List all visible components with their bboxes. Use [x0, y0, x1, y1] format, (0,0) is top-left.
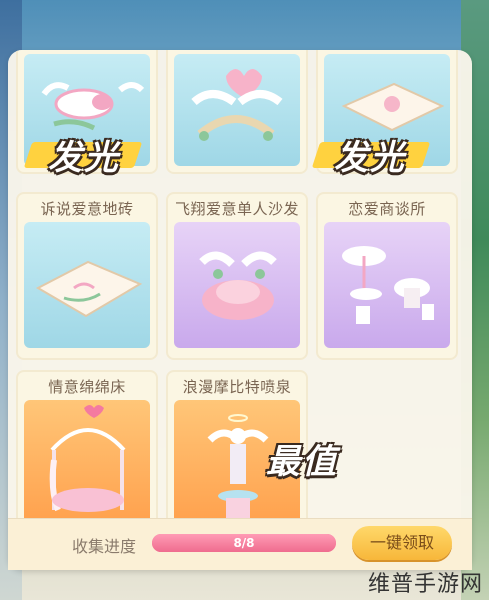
item-title-7: 情意绵绵床 — [48, 378, 126, 396]
item-card-2[interactable] — [166, 50, 308, 174]
item-title-4: 诉说爱意地砖 — [40, 200, 134, 218]
glow-badge-3: 发光 — [334, 138, 406, 178]
item-image-6 — [324, 222, 450, 348]
love-floor-tile-icon — [35, 260, 143, 318]
item-image-4 — [24, 222, 150, 348]
item-card-6[interactable]: 恋爱商谈所 — [316, 192, 458, 360]
best-value-badge: 最值 — [266, 442, 338, 482]
item-card-4[interactable]: 诉说爱意地砖 — [16, 192, 158, 360]
winged-sofa-icon — [199, 251, 277, 320]
item-title-8: 浪漫摩比特喷泉 — [182, 378, 292, 396]
progress-text: 8/8 — [233, 536, 255, 550]
collection-panel: 发光 发光 诉说爱意地砖 飞翔爱意单人沙发 恋爱商谈所 情意绵绵床 浪漫摩比特喷… — [8, 50, 472, 570]
claim-all-button[interactable]: 一键领取 — [352, 526, 452, 560]
item-image-2 — [174, 54, 300, 166]
progress-label: 收集进度 — [72, 537, 137, 556]
item-title-6: 恋爱商谈所 — [348, 200, 426, 218]
cafe-table-icon — [342, 246, 434, 324]
watermark: 维普手游网 — [367, 572, 483, 597]
winged-heart-arch-icon — [191, 69, 283, 141]
item-card-7[interactable]: 情意绵绵床 — [16, 370, 158, 530]
canopy-bed-icon — [49, 405, 126, 512]
progress-track: 8/8 — [152, 534, 336, 552]
item-image-5 — [174, 222, 300, 348]
item-title-5: 飞翔爱意单人沙发 — [174, 200, 299, 218]
item-image-7 — [24, 400, 150, 530]
glow-badge-1: 发光 — [48, 138, 120, 178]
item-card-5[interactable]: 飞翔爱意单人沙发 — [166, 192, 308, 360]
